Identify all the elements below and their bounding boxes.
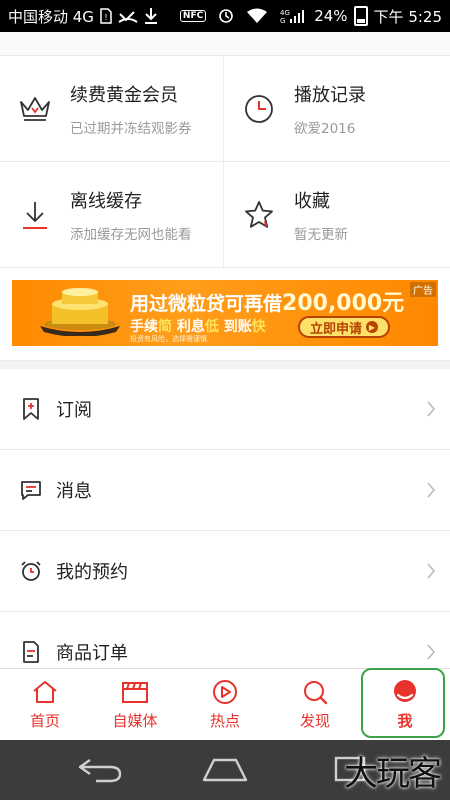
clapperboard-icon xyxy=(121,678,149,706)
grid-item-subtitle: 添加缓存无网也能看 xyxy=(70,226,192,243)
home-icon xyxy=(31,678,59,706)
list-item-reservations[interactable]: 我的预约 xyxy=(0,531,450,612)
grid-item-subtitle: 欲爱2016 xyxy=(294,120,356,137)
list-item-label: 商品订单 xyxy=(56,643,128,664)
star-icon xyxy=(242,198,276,232)
svg-text:G: G xyxy=(280,17,285,24)
list-item-label: 订阅 xyxy=(56,400,92,421)
ad-tag-highlight: 简 xyxy=(158,319,172,335)
coin-tray-icon xyxy=(40,288,120,336)
tab-label: 我 xyxy=(397,712,413,730)
list-item-subscriptions[interactable]: 订阅 xyxy=(0,369,450,450)
grid-item-subtitle: 已过期并冻结观影券 xyxy=(70,120,192,137)
svg-text:4G: 4G xyxy=(280,9,290,17)
grid-item-title: 播放记录 xyxy=(294,84,366,106)
ad-tag-text: 到账 xyxy=(218,319,252,335)
grid-item-subtitle: 暂无更新 xyxy=(294,226,348,243)
ad-tag-text: 利息 xyxy=(172,319,205,335)
tab-label: 首页 xyxy=(29,712,60,730)
alarm-clock-icon xyxy=(20,560,42,582)
list-item-messages[interactable]: 消息 xyxy=(0,450,450,531)
tab-label: 热点 xyxy=(209,712,240,730)
ad-container: 用过微粒贷可再借200,000元 手续简 利息低 到账快 立即申请 ▶ 广告 投… xyxy=(0,268,450,361)
menu-list: 订阅 消息 我的预约 商品订单 xyxy=(0,369,450,668)
chevron-right-icon xyxy=(427,563,436,579)
ad-disclaimer: 投资有风险，选择需谨慎 xyxy=(130,335,207,343)
ad-banner[interactable]: 用过微粒贷可再借200,000元 手续简 利息低 到账快 立即申请 ▶ 广告 投… xyxy=(12,280,438,346)
tab-label: 自媒体 xyxy=(112,712,158,730)
ad-tag-text: 手续 xyxy=(130,319,158,335)
ad-label: 广告 xyxy=(410,282,436,297)
ad-amount: 200,000元 xyxy=(282,291,405,316)
user-icon xyxy=(391,678,419,706)
bookmark-icon xyxy=(20,398,42,420)
clock-time: 下午 5:25 xyxy=(373,7,442,26)
watermark: 大玩客 xyxy=(344,753,442,794)
bottom-tab-bar: 首页 自媒体 热点 发现 我 xyxy=(0,668,450,740)
ad-tag-highlight: 低 xyxy=(204,319,219,335)
ad-tag-highlight: 快 xyxy=(251,319,266,335)
grid-item-favorites[interactable]: 收藏 暂无更新 xyxy=(224,162,450,268)
clock-icon xyxy=(242,92,276,126)
chevron-right-icon xyxy=(427,644,436,660)
tab-me[interactable]: 我 xyxy=(360,669,450,740)
tab-we-media[interactable]: 自媒体 xyxy=(90,669,180,740)
ad-apply-label: 立即申请 xyxy=(309,321,362,337)
grid-item-title: 续费黄金会员 xyxy=(70,84,178,106)
battery-icon xyxy=(353,6,368,26)
feature-grid: 续费黄金会员 已过期并冻结观影券 播放记录 欲爱2016 离线缓存 添加缓存无网… xyxy=(0,56,450,268)
grid-item-title: 收藏 xyxy=(294,190,330,212)
list-item-orders[interactable]: 商品订单 xyxy=(0,612,450,668)
wifi-icon xyxy=(246,8,268,24)
alarm-icon xyxy=(218,8,234,24)
ad-tags: 手续简 利息低 到账快 xyxy=(130,316,266,336)
signal-icon: 4G G xyxy=(280,8,308,24)
play-circle-icon xyxy=(211,678,239,706)
carrier-label: 中国移动 4G xyxy=(8,7,94,26)
ad-headline-text: 用过微粒贷可再借 xyxy=(130,293,283,315)
chevron-right-icon xyxy=(427,482,436,498)
grid-item-title: 离线缓存 xyxy=(70,190,142,212)
tab-home[interactable]: 首页 xyxy=(0,669,90,740)
tab-trending[interactable]: 热点 xyxy=(180,669,270,740)
nfc-icon: NFC xyxy=(179,10,207,22)
top-spacer xyxy=(0,32,450,56)
search-icon xyxy=(301,678,329,706)
list-item-label: 我的预约 xyxy=(56,562,128,583)
tab-label: 发现 xyxy=(299,712,330,730)
missed-call-icon xyxy=(118,8,138,24)
list-item-label: 消息 xyxy=(56,481,92,502)
arrow-right-icon: ▶ xyxy=(366,321,378,333)
back-icon[interactable] xyxy=(76,754,124,784)
grid-item-vip-renew[interactable]: 续费黄金会员 已过期并冻结观影券 xyxy=(0,56,224,162)
svg-text:!: ! xyxy=(104,13,107,22)
ad-headline: 用过微粒贷可再借200,000元 xyxy=(130,285,404,317)
chevron-right-icon xyxy=(427,401,436,417)
message-icon xyxy=(20,479,42,501)
grid-item-offline-cache[interactable]: 离线缓存 添加缓存无网也能看 xyxy=(0,162,224,268)
order-icon xyxy=(20,641,42,663)
ad-apply-button[interactable]: 立即申请 ▶ xyxy=(298,316,390,338)
tab-discover[interactable]: 发现 xyxy=(270,669,360,740)
profile-content: 续费黄金会员 已过期并冻结观影券 播放记录 欲爱2016 离线缓存 添加缓存无网… xyxy=(0,32,450,668)
crown-icon xyxy=(18,92,52,126)
battery-percent: 24% xyxy=(314,7,348,25)
grid-item-play-history[interactable]: 播放记录 欲爱2016 xyxy=(224,56,450,162)
sim-icon: ! xyxy=(100,8,112,24)
home-nav-icon[interactable] xyxy=(200,754,250,784)
download-icon xyxy=(18,198,52,232)
status-bar: 中国移动 4G ! NFC 4G G 24% 下午 5:25 xyxy=(0,0,450,32)
download-status-icon xyxy=(144,7,158,25)
